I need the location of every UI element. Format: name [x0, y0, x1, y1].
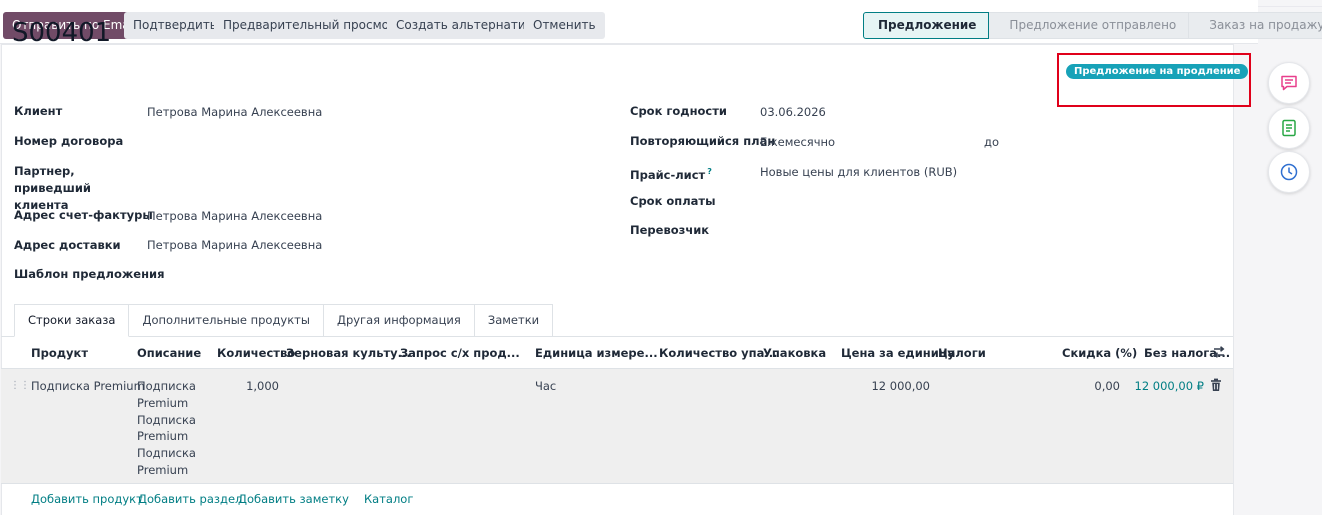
help-icon[interactable]: ?: [707, 167, 712, 176]
row-quantity[interactable]: 1,000: [220, 378, 279, 395]
referrer-field[interactable]: [147, 163, 447, 180]
column-header-discount[interactable]: Скидка (%): [1062, 346, 1137, 360]
customer-label: Клиент: [14, 104, 63, 118]
row-description[interactable]: Подписка Premium Подписка Premium Подпис…: [137, 378, 196, 479]
confirm-button[interactable]: Подтвердить: [124, 12, 226, 39]
stage-quotation-sent[interactable]: Предложение отправлено: [989, 12, 1190, 39]
row-description-line: Premium: [137, 462, 189, 477]
clock-icon: [1280, 163, 1298, 181]
stage-quotation[interactable]: Предложение: [863, 12, 990, 39]
column-header-packaging-qty[interactable]: Количество упа...: [659, 346, 777, 360]
carrier-field[interactable]: [760, 222, 1060, 239]
row-description-line: Premium: [137, 429, 189, 444]
preview-button[interactable]: Предварительный просмотр: [214, 12, 413, 39]
contract-number-field[interactable]: [147, 133, 447, 150]
add-section-link[interactable]: Добавить раздел: [138, 492, 242, 506]
column-header-description[interactable]: Описание: [137, 346, 201, 360]
tab-other-info[interactable]: Другая информация: [323, 304, 475, 337]
delivery-address-field[interactable]: Петрова Марина Алексеевна: [147, 237, 322, 254]
record-title: S00401: [12, 18, 112, 48]
trash-icon[interactable]: [1210, 378, 1222, 392]
tab-notes[interactable]: Заметки: [474, 304, 554, 337]
row-description-line: Подписка: [137, 379, 196, 393]
row-unit-price[interactable]: 12 000,00: [840, 378, 930, 395]
invoice-address-field[interactable]: Петрова Марина Алексеевна: [147, 208, 322, 225]
contract-number-label: Номер договора: [14, 134, 124, 148]
tab-order-lines[interactable]: Строки заказа: [14, 304, 130, 337]
row-description-line: Подписка: [137, 412, 196, 427]
drag-handle-icon[interactable]: ⋮⋮: [10, 380, 30, 391]
payment-terms-label: Срок оплаты: [630, 194, 716, 208]
recurring-plan-label: Повторяющийся план: [630, 134, 776, 148]
column-header-packaging[interactable]: Упаковка: [763, 346, 826, 360]
add-product-link[interactable]: Добавить продукт: [31, 492, 143, 506]
column-header-uom[interactable]: Единица измере...: [535, 346, 658, 360]
recurring-plan-field[interactable]: Ежемесячно: [760, 134, 835, 151]
row-description-line: Подписка: [137, 446, 196, 461]
row-description-line: Premium: [137, 395, 189, 410]
pricelist-label-text: Прайс-лист: [630, 167, 706, 182]
quotation-template-label: Шаблон предложения: [14, 267, 165, 281]
send-message-button[interactable]: [1268, 62, 1310, 104]
invoice-address-label: Адрес счет-фактуры: [14, 208, 153, 222]
row-product[interactable]: Подписка Premium: [31, 378, 145, 395]
expiration-label: Срок годности: [630, 104, 727, 118]
column-settings-icon[interactable]: [1212, 345, 1226, 359]
column-header-grain-crop[interactable]: Зерновая культу...: [286, 346, 411, 360]
add-note-link[interactable]: Добавить заметку: [238, 492, 349, 506]
delivery-address-label: Адрес доставки: [14, 238, 121, 252]
end-date-prefix: до: [984, 135, 999, 149]
pricelist-label: Прайс-лист?: [630, 163, 712, 184]
column-header-quantity[interactable]: Количество: [217, 346, 295, 360]
message-icon: [1281, 75, 1297, 91]
row-uom[interactable]: Час: [535, 378, 556, 395]
quotation-template-field[interactable]: [147, 266, 447, 283]
notebook-tabs: Строки заказа Дополнительные продукты Др…: [14, 304, 554, 337]
customer-field[interactable]: Петрова Марина Алексеевна: [147, 104, 322, 121]
column-header-product[interactable]: Продукт: [31, 346, 88, 360]
log-note-button[interactable]: [1268, 107, 1310, 149]
tab-optional-products[interactable]: Дополнительные продукты: [129, 304, 324, 337]
expiration-field[interactable]: 03.06.2026: [760, 104, 826, 121]
activity-icon: [1282, 119, 1296, 137]
schedule-activity-button[interactable]: [1268, 151, 1310, 193]
status-bar: Предложение Предложение отправлено Заказ…: [863, 12, 1322, 39]
column-header-taxes[interactable]: Налоги: [938, 346, 986, 360]
catalog-link[interactable]: Каталог: [364, 492, 413, 506]
pricelist-field[interactable]: Новые цены для клиентов (RUB): [760, 164, 957, 181]
payment-terms-field[interactable]: [760, 193, 1060, 210]
row-discount[interactable]: 0,00: [1060, 378, 1120, 395]
column-header-crop-request[interactable]: Запрос с/х прод...: [400, 346, 520, 360]
row-subtotal: 12 000,00 ₽: [1134, 379, 1205, 393]
carrier-label: Перевозчик: [630, 223, 710, 237]
cancel-button[interactable]: Отменить: [524, 12, 605, 39]
highlight-box: [1057, 53, 1251, 107]
control-panel: Отправить по Email Подтвердить Предварит…: [0, 0, 1322, 44]
stage-sales-order[interactable]: Заказ на продажу: [1189, 12, 1322, 39]
